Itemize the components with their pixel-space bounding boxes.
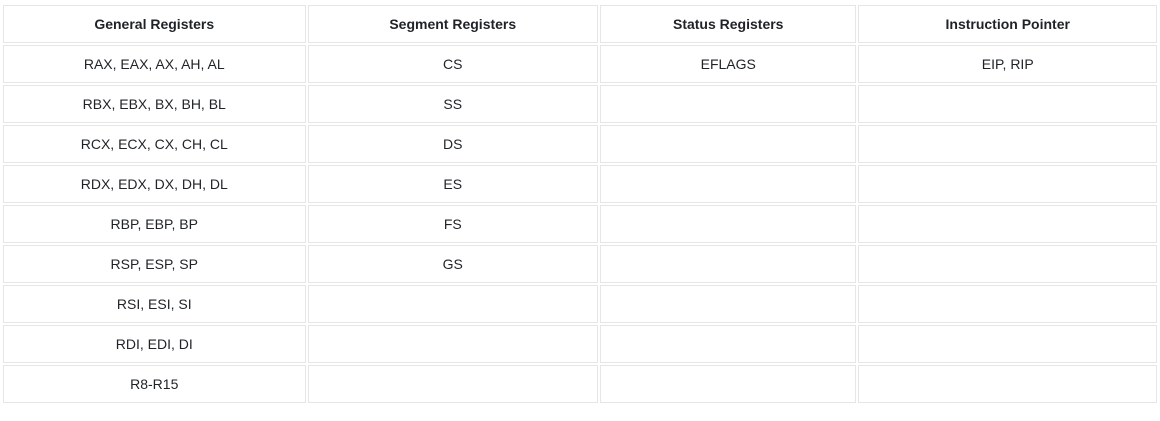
cell-instruction-pointer: EIP, RIP (858, 45, 1157, 83)
cell-status-registers (600, 165, 857, 203)
cell-segment-registers (307, 325, 599, 363)
cell-instruction-pointer (858, 245, 1157, 283)
table-row: RDX, EDX, DX, DH, DL ES (3, 165, 1157, 203)
cell-segment-registers (307, 285, 599, 323)
cell-status-registers (600, 125, 857, 163)
table-header: General Registers Segment Registers Stat… (3, 5, 1157, 43)
cell-general-registers: RBP, EBP, BP (3, 205, 306, 243)
cell-instruction-pointer (858, 325, 1157, 363)
table-row: RSP, ESP, SP GS (3, 245, 1157, 283)
cell-status-registers (600, 365, 857, 403)
header-status-registers: Status Registers (600, 5, 857, 43)
cell-status-registers (600, 325, 857, 363)
table-row: RBX, EBX, BX, BH, BL SS (3, 85, 1157, 123)
cell-status-registers (600, 245, 857, 283)
cell-instruction-pointer (858, 285, 1157, 323)
header-general-registers: General Registers (3, 5, 306, 43)
table-row: RSI, ESI, SI (3, 285, 1157, 323)
table-row: RAX, EAX, AX, AH, AL CS EFLAGS EIP, RIP (3, 45, 1157, 83)
cell-general-registers: R8-R15 (3, 365, 306, 403)
cell-general-registers: RSI, ESI, SI (3, 285, 306, 323)
registers-table: General Registers Segment Registers Stat… (1, 3, 1159, 405)
cell-instruction-pointer (858, 125, 1157, 163)
header-segment-registers: Segment Registers (307, 5, 599, 43)
cell-general-registers: RDI, EDI, DI (3, 325, 306, 363)
cell-segment-registers: SS (307, 85, 599, 123)
cell-status-registers: EFLAGS (600, 45, 857, 83)
header-row: General Registers Segment Registers Stat… (3, 5, 1157, 43)
cell-instruction-pointer (858, 85, 1157, 123)
cell-segment-registers: CS (307, 45, 599, 83)
cell-segment-registers: DS (307, 125, 599, 163)
cell-segment-registers: GS (307, 245, 599, 283)
cell-instruction-pointer (858, 205, 1157, 243)
cell-general-registers: RDX, EDX, DX, DH, DL (3, 165, 306, 203)
cell-general-registers: RAX, EAX, AX, AH, AL (3, 45, 306, 83)
table-row: RDI, EDI, DI (3, 325, 1157, 363)
cell-general-registers: RCX, ECX, CX, CH, CL (3, 125, 306, 163)
table-body: RAX, EAX, AX, AH, AL CS EFLAGS EIP, RIP … (3, 45, 1157, 403)
cell-instruction-pointer (858, 365, 1157, 403)
table-row: R8-R15 (3, 365, 1157, 403)
cell-general-registers: RSP, ESP, SP (3, 245, 306, 283)
cell-status-registers (600, 285, 857, 323)
table-row: RCX, ECX, CX, CH, CL DS (3, 125, 1157, 163)
cell-segment-registers: FS (307, 205, 599, 243)
header-instruction-pointer: Instruction Pointer (858, 5, 1157, 43)
cell-segment-registers (307, 365, 599, 403)
cell-segment-registers: ES (307, 165, 599, 203)
cell-status-registers (600, 85, 857, 123)
table-row: RBP, EBP, BP FS (3, 205, 1157, 243)
cell-status-registers (600, 205, 857, 243)
cell-instruction-pointer (858, 165, 1157, 203)
cell-general-registers: RBX, EBX, BX, BH, BL (3, 85, 306, 123)
